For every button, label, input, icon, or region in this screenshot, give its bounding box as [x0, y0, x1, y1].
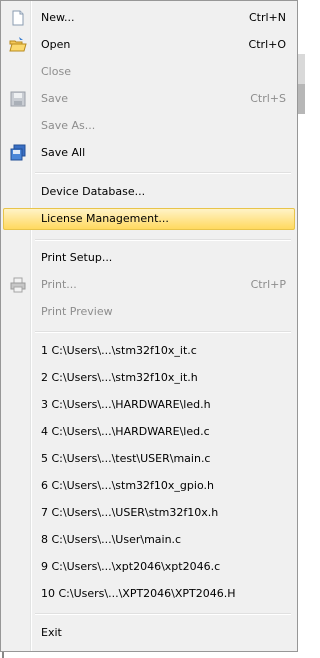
recent-file-label: 3 C:\Users\...\HARDWARE\led.h	[41, 398, 211, 411]
recent-file-item[interactable]: 4 C:\Users\...\HARDWARE\led.c	[3, 421, 295, 443]
save-all-icon	[10, 144, 26, 161]
menu-separator	[35, 239, 291, 241]
menu-item-close[interactable]: Close	[3, 61, 295, 83]
menu-item-open[interactable]: Open Ctrl+O	[3, 34, 295, 56]
menu-separator	[35, 331, 291, 333]
menu-separator	[35, 172, 291, 174]
file-menu: New... Ctrl+N Open Ctrl+O Close Save Ctr…	[0, 0, 298, 652]
menu-item-label: Save All	[41, 146, 86, 159]
recent-file-item[interactable]: 9 C:\Users\...\xpt2046\xpt2046.c	[3, 556, 295, 578]
menu-item-new[interactable]: New... Ctrl+N	[3, 7, 295, 29]
menu-separator	[35, 613, 291, 615]
shortcut-label: Ctrl+O	[248, 38, 286, 51]
recent-file-item[interactable]: 8 C:\Users\...\User\main.c	[3, 529, 295, 551]
menu-item-label: Save	[41, 92, 69, 105]
menu-item-label: License Management...	[41, 212, 169, 225]
menu-item-save-all[interactable]: Save All	[3, 142, 295, 164]
menu-item-label: Exit	[41, 626, 62, 639]
menu-item-label: Save As...	[41, 119, 96, 132]
menu-item-device-database[interactable]: Device Database...	[3, 181, 295, 203]
recent-file-label: 4 C:\Users\...\HARDWARE\led.c	[41, 425, 210, 438]
recent-file-item[interactable]: 2 C:\Users\...\stm32f10x_it.h	[3, 367, 295, 389]
menu-item-save[interactable]: Save Ctrl+S	[3, 88, 295, 110]
menu-item-label: Print...	[41, 278, 77, 291]
recent-file-item[interactable]: 7 C:\Users\...\USER\stm32f10x.h	[3, 502, 295, 524]
recent-file-item[interactable]: 3 C:\Users\...\HARDWARE\led.h	[3, 394, 295, 416]
menu-item-label: New...	[41, 11, 75, 24]
recent-file-item[interactable]: 6 C:\Users\...\stm32f10x_gpio.h	[3, 475, 295, 497]
recent-file-item[interactable]: 10 C:\Users\...\XPT2046\XPT2046.H	[3, 583, 295, 605]
recent-file-label: 5 C:\Users\...\test\USER\main.c	[41, 452, 211, 465]
open-folder-icon	[9, 37, 27, 52]
shortcut-label: Ctrl+P	[250, 278, 286, 291]
recent-file-label: 7 C:\Users\...\USER\stm32f10x.h	[41, 506, 219, 519]
background-panel-fragment	[298, 84, 305, 114]
menu-item-save-as[interactable]: Save As...	[3, 115, 295, 137]
background-edge-mark	[2, 652, 4, 658]
printer-icon	[10, 277, 26, 293]
recent-file-label: 1 C:\Users\...\stm32f10x_it.c	[41, 344, 197, 357]
recent-file-label: 6 C:\Users\...\stm32f10x_gpio.h	[41, 479, 214, 492]
recent-file-item[interactable]: 5 C:\Users\...\test\USER\main.c	[3, 448, 295, 470]
menu-item-label: Open	[41, 38, 71, 51]
recent-file-item[interactable]: 1 C:\Users\...\stm32f10x_it.c	[3, 340, 295, 362]
menu-item-print-preview[interactable]: Print Preview	[3, 301, 295, 323]
recent-file-label: 9 C:\Users\...\xpt2046\xpt2046.c	[41, 560, 221, 573]
menu-item-print[interactable]: Print... Ctrl+P	[3, 274, 295, 296]
menu-item-print-setup[interactable]: Print Setup...	[3, 247, 295, 269]
menu-item-exit[interactable]: Exit	[3, 622, 295, 644]
recent-file-label: 2 C:\Users\...\stm32f10x_it.h	[41, 371, 198, 384]
menu-item-label: Print Preview	[41, 305, 113, 318]
menu-item-label: Print Setup...	[41, 251, 113, 264]
background-toolbar-fragment	[298, 54, 305, 84]
recent-file-label: 8 C:\Users\...\User\main.c	[41, 533, 182, 546]
background-window-edge	[298, 0, 305, 658]
shortcut-label: Ctrl+N	[248, 11, 286, 24]
save-icon	[10, 91, 26, 107]
menu-item-label: Device Database...	[41, 185, 146, 198]
new-file-icon	[12, 10, 24, 26]
shortcut-label: Ctrl+S	[250, 92, 286, 105]
menu-item-license-management[interactable]: License Management...	[3, 208, 295, 230]
menu-item-label: Close	[41, 65, 71, 78]
recent-file-label: 10 C:\Users\...\XPT2046\XPT2046.H	[41, 587, 236, 600]
